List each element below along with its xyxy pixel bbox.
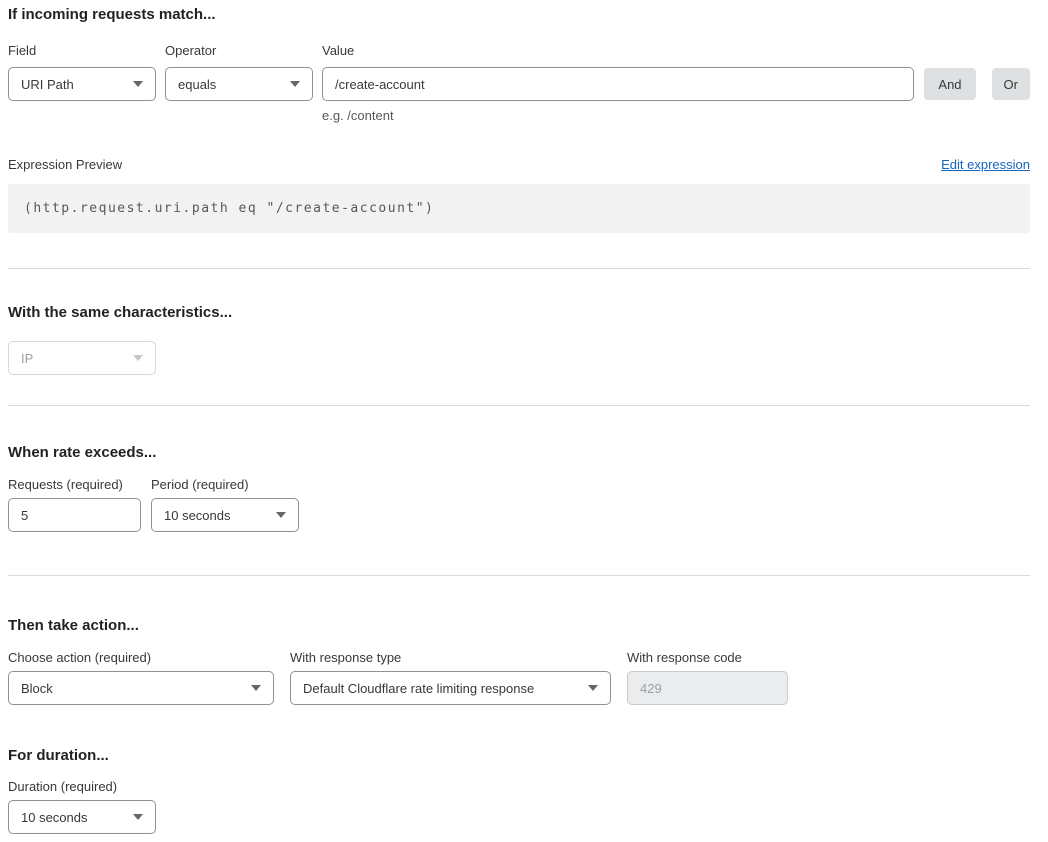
operator-group: Operator equals (165, 43, 313, 101)
section-divider (8, 405, 1030, 406)
chevron-down-icon (133, 81, 143, 87)
response-code-input (627, 671, 788, 705)
and-button[interactable]: And (924, 68, 975, 100)
expression-preview-code: (http.request.uri.path eq "/create-accou… (8, 184, 1030, 233)
chevron-down-icon (133, 355, 143, 361)
section-divider (8, 268, 1030, 269)
response-type-label: With response type (290, 650, 611, 666)
rate-section-heading: When rate exceeds... (8, 444, 1030, 462)
duration-group: Duration (required) 10 seconds (8, 779, 156, 834)
choose-action-group: Choose action (required) Block (8, 650, 274, 705)
duration-label: Duration (required) (8, 779, 156, 795)
chevron-down-icon (276, 512, 286, 518)
action-fields-row: Choose action (required) Block With resp… (8, 650, 1030, 705)
action-section-heading: Then take action... (8, 617, 1030, 635)
chevron-down-icon (133, 814, 143, 820)
rate-limiting-rule-form: If incoming requests match... Field URI … (0, 0, 1048, 834)
expression-preview-row: Expression Preview Edit expression (8, 157, 1030, 172)
value-label: Value (322, 43, 914, 59)
value-input[interactable] (322, 67, 914, 101)
operator-select-value: equals (178, 77, 216, 92)
operator-select[interactable]: equals (165, 67, 313, 101)
requests-label: Requests (required) (8, 477, 141, 493)
choose-action-select[interactable]: Block (8, 671, 274, 705)
chevron-down-icon (588, 685, 598, 691)
value-group: Value e.g. /content (322, 43, 914, 124)
duration-select-value: 10 seconds (21, 810, 88, 825)
response-code-group: With response code (627, 650, 788, 705)
response-code-label: With response code (627, 650, 788, 666)
chevron-down-icon (251, 685, 261, 691)
response-type-select-value: Default Cloudflare rate limiting respons… (303, 681, 534, 696)
operator-label: Operator (165, 43, 313, 59)
characteristics-section-heading: With the same characteristics... (8, 304, 1030, 322)
field-group: Field URI Path (8, 43, 156, 101)
field-select[interactable]: URI Path (8, 67, 156, 101)
rate-fields-row: Requests (required) Period (required) 10… (8, 477, 1030, 532)
match-fields-row: Field URI Path Operator equals Value e.g… (8, 43, 1030, 124)
field-select-value: URI Path (21, 77, 74, 92)
response-type-select[interactable]: Default Cloudflare rate limiting respons… (290, 671, 611, 705)
characteristics-select: IP (8, 341, 156, 375)
section-divider (8, 575, 1030, 576)
choose-action-label: Choose action (required) (8, 650, 274, 666)
requests-group: Requests (required) (8, 477, 141, 532)
period-label: Period (required) (151, 477, 299, 493)
match-section-heading: If incoming requests match... (8, 6, 1030, 24)
period-select[interactable]: 10 seconds (151, 498, 299, 532)
period-select-value: 10 seconds (164, 508, 231, 523)
duration-select[interactable]: 10 seconds (8, 800, 156, 834)
expression-preview-label: Expression Preview (8, 157, 122, 172)
or-button[interactable]: Or (992, 68, 1030, 100)
edit-expression-link[interactable]: Edit expression (941, 157, 1030, 172)
period-group: Period (required) 10 seconds (151, 477, 299, 532)
duration-section-heading: For duration... (8, 747, 1030, 765)
requests-input[interactable] (8, 498, 141, 532)
characteristics-select-value: IP (21, 351, 33, 366)
choose-action-select-value: Block (21, 681, 53, 696)
field-label: Field (8, 43, 156, 59)
chevron-down-icon (290, 81, 300, 87)
response-type-group: With response type Default Cloudflare ra… (290, 650, 611, 705)
value-hint: e.g. /content (322, 108, 914, 124)
